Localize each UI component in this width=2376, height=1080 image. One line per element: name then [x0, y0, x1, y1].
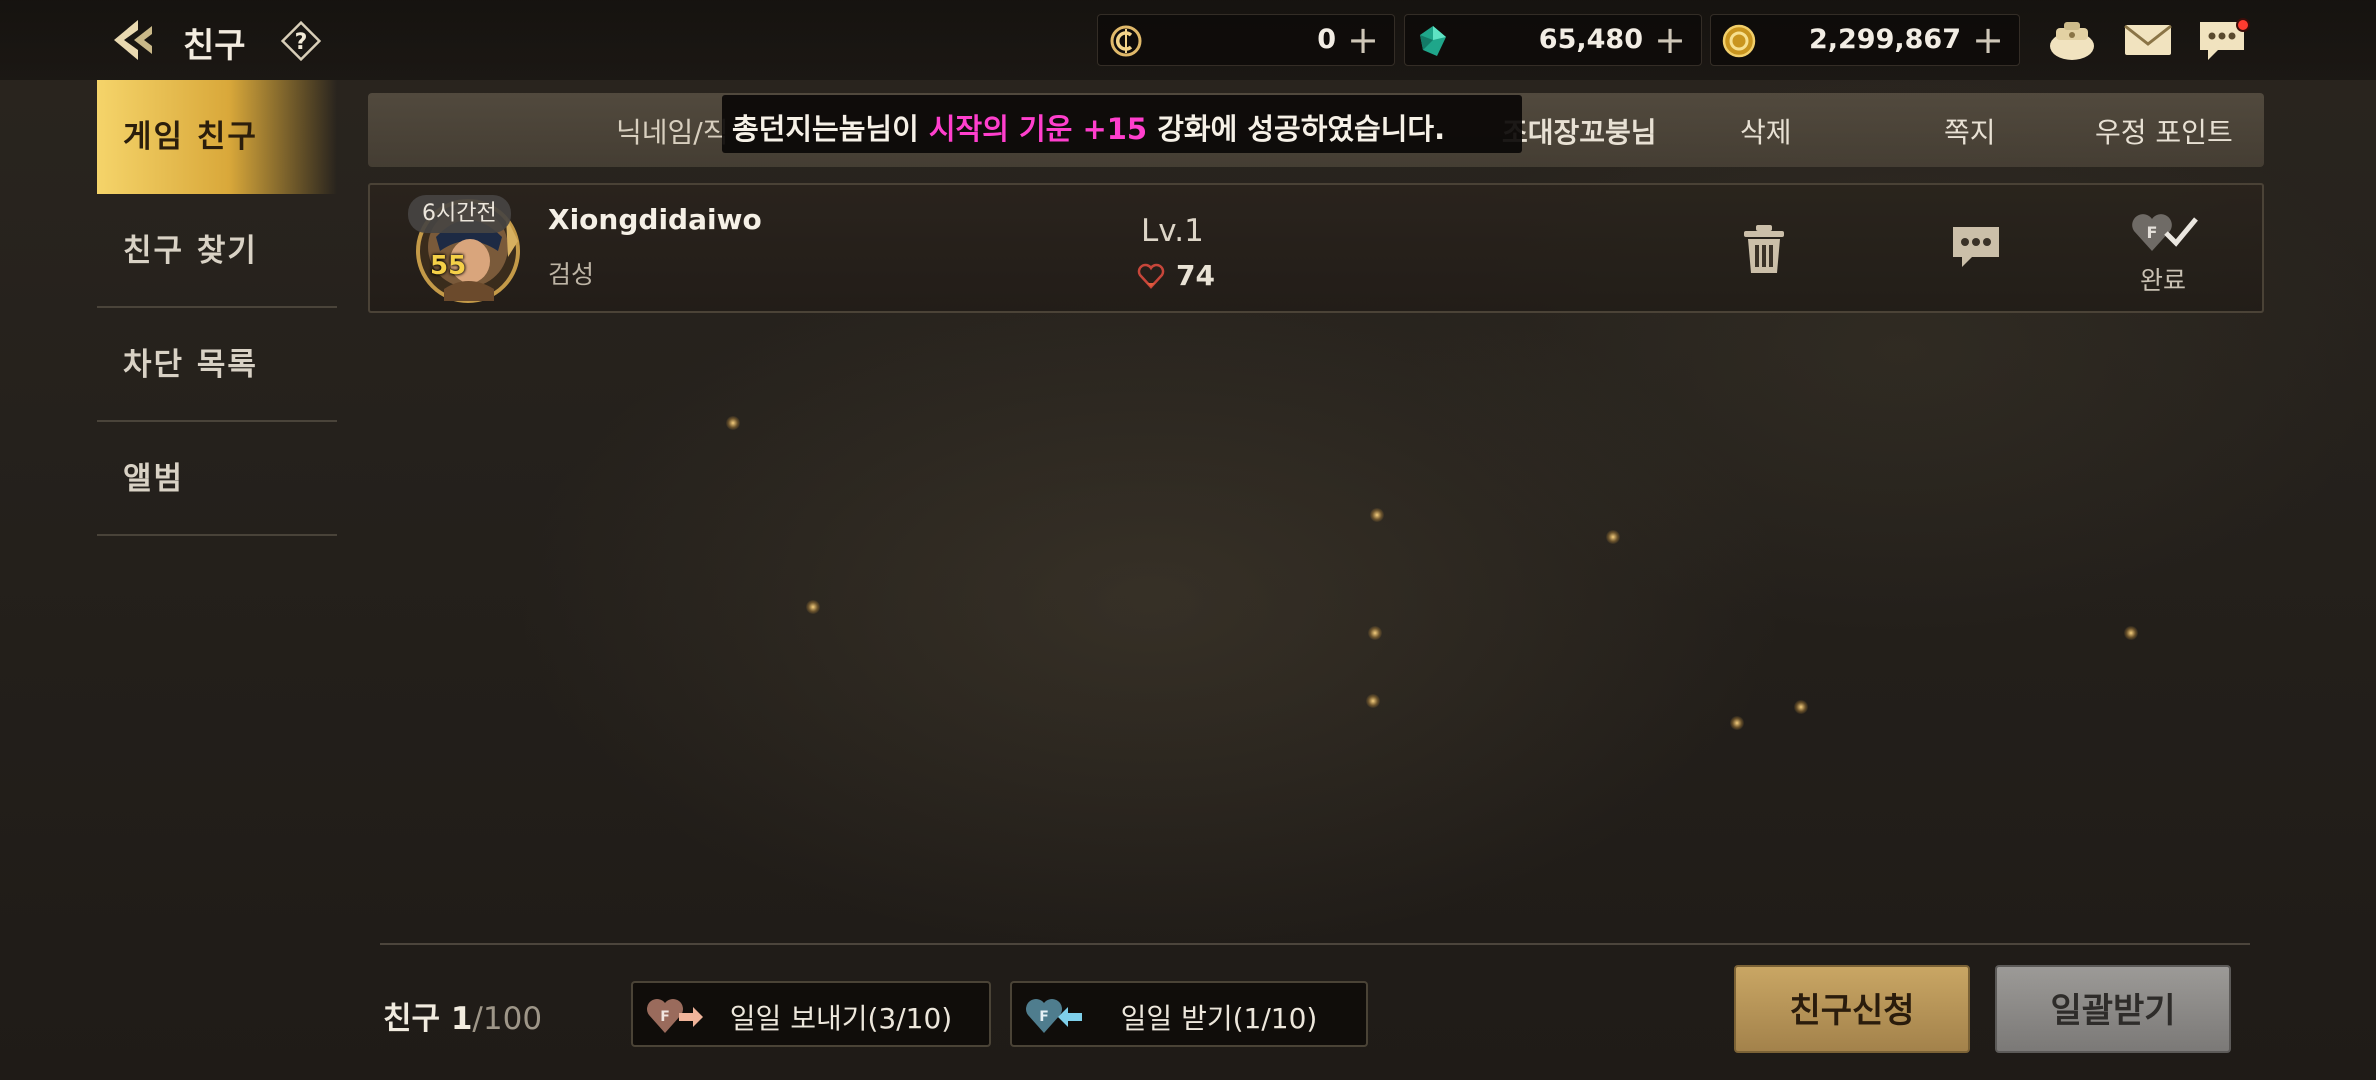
- trash-icon[interactable]: [1742, 223, 1786, 275]
- column-header-delete: 삭제: [1740, 116, 1792, 149]
- sidebar: 게임 친구 친구 찾기 차단 목록 앨범: [97, 80, 337, 536]
- currency-gem: 65,480 +: [1404, 14, 1702, 66]
- mail-icon[interactable]: [2120, 16, 2176, 64]
- firefly-glow: [1606, 530, 1620, 544]
- add-crystal-button[interactable]: +: [1344, 19, 1382, 61]
- top-bar: 친구 ? 0 + 65,480 + 2,299,867 +: [0, 0, 2376, 80]
- firefly-glow: [1368, 626, 1382, 640]
- firefly-glow: [1366, 694, 1380, 708]
- message-icon[interactable]: [1950, 223, 2002, 271]
- notice-text: 총던지는놈님이 시작의 기운 +15 강화에 성공하였습니다.: [732, 106, 1445, 148]
- friend-name: Xiongdidaiwo: [548, 203, 762, 236]
- footer-divider: [380, 943, 2250, 945]
- daily-receive-label: 일일 받기(1/10): [1120, 1002, 1318, 1035]
- heart-icon: [1136, 261, 1166, 291]
- daily-send-label: 일일 보내기(3/10): [729, 1002, 953, 1035]
- sidebar-item-album[interactable]: 앨범: [97, 422, 337, 536]
- sidebar-item-game-friends[interactable]: 게임 친구: [97, 80, 337, 194]
- notice-highlight: 시작의 기운 +15: [928, 112, 1148, 146]
- friendship-point-check-icon: F: [2128, 207, 2206, 257]
- back-arrow-icon[interactable]: [108, 16, 164, 64]
- column-header-message: 쪽지: [1944, 116, 1996, 149]
- friend-class: 검성: [548, 260, 595, 289]
- firefly-glow: [1730, 716, 1744, 730]
- last-login-badge: 6시간전: [408, 195, 511, 233]
- currency-crystal-coin: 0 +: [1097, 14, 1395, 66]
- column-header-leader: 조대장꼬붕님: [1502, 116, 1657, 149]
- help-icon[interactable]: ?: [280, 20, 322, 62]
- column-header-friendship-points: 우정 포인트: [2095, 116, 2233, 149]
- daily-receive-button[interactable]: F 일일 받기(1/10): [1010, 981, 1368, 1047]
- firefly-glow: [806, 600, 820, 614]
- friend-level: Lv.1: [1141, 213, 1204, 249]
- friendship-point-status: 완료: [2140, 266, 2187, 295]
- friend-count-current: 1: [450, 1001, 473, 1037]
- sidebar-item-find-friends[interactable]: 친구 찾기: [97, 194, 337, 308]
- receive-all-button[interactable]: 일괄받기: [1995, 965, 2231, 1053]
- currency-gold: 2,299,867 +: [1710, 14, 2020, 66]
- chat-icon[interactable]: [2196, 16, 2252, 64]
- firefly-glow: [2124, 626, 2138, 640]
- crystal-coin-icon: [1108, 23, 1144, 59]
- currency-value: 65,480: [1538, 24, 1643, 55]
- gem-icon: [1415, 23, 1451, 59]
- firefly-glow: [1370, 508, 1384, 522]
- svg-text:?: ?: [295, 30, 308, 55]
- daily-send-button[interactable]: F 일일 보내기(3/10): [631, 981, 991, 1047]
- add-gem-button[interactable]: +: [1651, 19, 1689, 61]
- add-gold-button[interactable]: +: [1969, 19, 2007, 61]
- friend-row[interactable]: 6시간전 55 Xiongdidaiwo 검성 Lv.1 74 F 완료: [368, 183, 2264, 313]
- friend-request-button[interactable]: 친구신청: [1734, 965, 1970, 1053]
- notification-dot: [2236, 18, 2250, 32]
- friend-count-label: 친구: [383, 1001, 441, 1037]
- friend-heart-count: 74: [1176, 259, 1215, 292]
- currency-value: 2,299,867: [1808, 24, 1961, 55]
- column-header-name: 닉네임/직: [616, 116, 729, 149]
- page-title: 친구: [183, 26, 246, 66]
- currency-value: 0: [1317, 24, 1336, 55]
- avatar-level-badge: 55: [430, 251, 467, 281]
- svg-text:F: F: [2147, 223, 2158, 242]
- notice-after: 강화에 성공하였습니다.: [1147, 112, 1446, 146]
- sidebar-item-block-list[interactable]: 차단 목록: [97, 308, 337, 422]
- bag-icon[interactable]: [2044, 16, 2100, 64]
- firefly-glow: [1794, 700, 1808, 714]
- friend-count: 친구 1/100: [383, 993, 542, 1038]
- notice-before: 총던지는놈님이: [732, 112, 929, 146]
- notice-ticker: 총던지는놈님이 시작의 기운 +15 강화에 성공하였습니다.: [722, 95, 1522, 153]
- firefly-glow: [726, 416, 740, 430]
- gold-coin-icon: [1721, 23, 1757, 59]
- friend-count-max: /100: [472, 1001, 543, 1037]
